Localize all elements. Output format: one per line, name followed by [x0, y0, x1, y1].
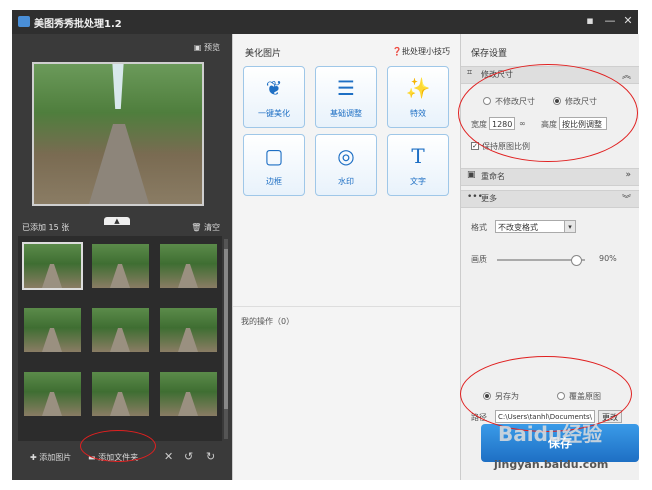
magic-wand-icon: ✨	[405, 76, 431, 100]
quality-label: 画质	[471, 255, 487, 264]
plus-icon: ✚	[30, 453, 40, 462]
annotation-ellipse	[80, 430, 156, 462]
thumbnail[interactable]	[22, 242, 83, 290]
close-button[interactable]: ✕	[620, 13, 636, 29]
tile-watermark[interactable]: ◎ 水印	[315, 134, 377, 196]
thumbnail[interactable]	[92, 244, 149, 288]
format-select[interactable]: 不改变格式	[495, 220, 571, 233]
preview-icon: ▣	[193, 43, 204, 52]
frame-icon: ▢	[264, 144, 284, 168]
rename-icon: ▣	[467, 170, 476, 180]
added-count: 已添加 15 张	[22, 223, 70, 232]
format-label: 格式	[471, 223, 487, 232]
thumbnail-scrollbar[interactable]	[224, 239, 228, 439]
chevron-right-icon: »	[625, 170, 631, 180]
dropdown-arrow-icon[interactable]: ▾	[564, 220, 576, 233]
window-title: 美图秀秀批处理1.2	[34, 19, 122, 30]
thumbnail[interactable]	[92, 308, 149, 352]
quality-slider-knob[interactable]	[571, 255, 583, 266]
clear-button[interactable]: 🗑 清空	[191, 222, 220, 233]
delete-icon[interactable]: ✕	[164, 450, 173, 463]
help-icon: ❓	[392, 47, 402, 56]
watermark-icon: ◎	[337, 144, 355, 168]
thumbnail[interactable]	[92, 372, 149, 416]
tile-one-click-beautify[interactable]: ❦ 一键美化	[243, 66, 305, 128]
baidu-logo-watermark: Baidu经验	[498, 422, 603, 446]
tulip-icon: ❦	[265, 76, 283, 100]
trash-icon: 🗑	[191, 223, 204, 232]
tips-link[interactable]: ❓批处理小技巧	[392, 46, 450, 57]
thumbnail[interactable]	[160, 244, 217, 288]
add-image-button[interactable]: ✚ 添加图片	[30, 452, 71, 463]
minimize-button[interactable]: —	[602, 13, 618, 29]
more-section-header[interactable]: ••• 更多 ︾	[461, 190, 639, 208]
preview-image	[32, 62, 204, 206]
divider	[233, 306, 460, 307]
thumbnail[interactable]	[24, 308, 81, 352]
chevron-up-icon: ︽	[621, 71, 631, 81]
rotate-right-icon[interactable]: ↻	[206, 450, 215, 463]
section-title: 美化图片	[245, 49, 282, 59]
text-icon: T	[411, 144, 425, 168]
crop-icon: ⌗	[467, 68, 473, 78]
left-panel: ▣ 预览 ▲ 已添加 15 张 🗑 清空 ✚ 添加图片 ▬ 添加文件夹 ✕ ↺ …	[12, 34, 232, 480]
rename-section-header[interactable]: ▣ 重命名 »	[461, 168, 639, 186]
rotate-left-icon[interactable]: ↺	[184, 450, 193, 463]
tile-frame[interactable]: ▢ 边框	[243, 134, 305, 196]
save-settings-title: 保存设置	[471, 49, 508, 59]
tile-basic-adjust[interactable]: ☰ 基础调整	[315, 66, 377, 128]
quality-value: 90%	[599, 254, 617, 263]
thumbnail[interactable]	[160, 372, 217, 416]
beautify-panel: 美化图片 ❓批处理小技巧 ❦ 一键美化 ☰ 基础调整 ✨ 特效 ▢ 边框 ◎ 水…	[232, 34, 460, 480]
my-operations-label: 我的操作（0）	[241, 317, 295, 326]
thumbnail-grid	[18, 236, 222, 441]
quality-slider[interactable]	[497, 255, 585, 266]
annotation-ellipse	[458, 64, 638, 162]
chevron-down-icon: ︾	[621, 195, 631, 205]
preview-button[interactable]: ▣ 预览	[194, 42, 220, 53]
sliders-icon: ☰	[337, 76, 355, 100]
thumbnail[interactable]	[24, 372, 81, 416]
app-icon	[18, 16, 30, 27]
thumbnail[interactable]	[160, 308, 217, 352]
title-bar: 美图秀秀批处理1.2 ▪ — ✕	[12, 10, 638, 34]
tile-effects[interactable]: ✨ 特效	[387, 66, 449, 128]
tile-text[interactable]: T 文字	[387, 134, 449, 196]
collapse-toggle[interactable]: ▲	[104, 217, 130, 225]
menu-icon[interactable]: ▪	[582, 13, 598, 29]
watermark-url: jingyan.baidu.com	[494, 458, 609, 471]
